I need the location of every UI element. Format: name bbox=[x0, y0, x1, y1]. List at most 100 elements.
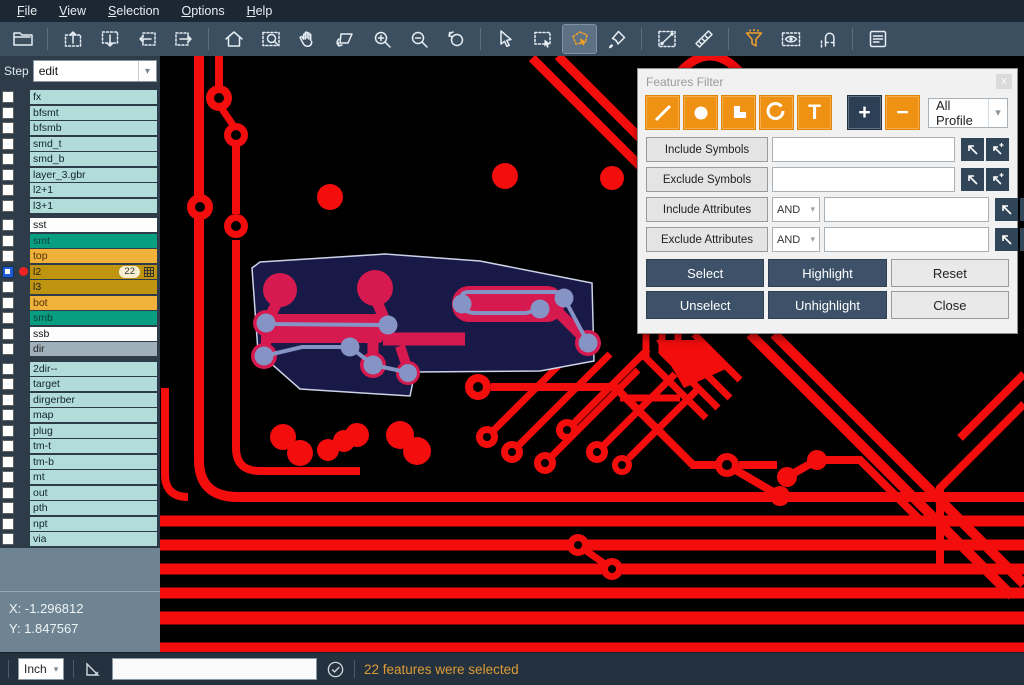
layer-item[interactable]: via bbox=[30, 532, 157, 546]
layer-item[interactable]: smt bbox=[30, 234, 157, 248]
exclude-symbols-input[interactable] bbox=[772, 167, 955, 192]
layer-item[interactable]: sst bbox=[30, 218, 157, 232]
layer-item[interactable]: l3+1 bbox=[30, 199, 157, 213]
select-button[interactable] bbox=[489, 25, 522, 53]
add-filter-button[interactable]: + bbox=[847, 95, 882, 130]
layer-visibility-checkbox[interactable] bbox=[2, 471, 14, 483]
layer-visibility-checkbox[interactable] bbox=[2, 297, 14, 309]
remove-filter-button[interactable]: − bbox=[885, 95, 920, 130]
view-left-button[interactable] bbox=[130, 25, 163, 53]
layer-visibility-checkbox[interactable] bbox=[2, 200, 14, 212]
active-layer-indicator[interactable] bbox=[17, 455, 30, 468]
unselect-button[interactable]: Unselect bbox=[646, 291, 764, 319]
menu-help[interactable]: Help bbox=[236, 2, 284, 20]
active-layer-indicator[interactable] bbox=[17, 471, 30, 484]
menu-selection[interactable]: Selection bbox=[97, 2, 170, 20]
zoom-previous-button[interactable] bbox=[439, 25, 472, 53]
active-layer-indicator[interactable] bbox=[17, 153, 30, 166]
active-layer-indicator[interactable] bbox=[17, 409, 30, 422]
surface-feature-button[interactable] bbox=[721, 95, 756, 130]
active-layer-indicator[interactable] bbox=[17, 234, 30, 247]
exclude-logic-select[interactable]: AND▾ bbox=[772, 227, 820, 252]
active-layer-indicator[interactable] bbox=[17, 265, 30, 278]
rect-select-button[interactable] bbox=[526, 25, 559, 53]
layer-visibility-checkbox[interactable] bbox=[2, 518, 14, 530]
active-layer-indicator[interactable] bbox=[17, 281, 30, 294]
unit-select[interactable]: Inch ▾ bbox=[18, 658, 64, 680]
select-button-dialog[interactable]: Select bbox=[646, 259, 764, 287]
active-layer-indicator[interactable] bbox=[17, 378, 30, 391]
layer-item[interactable]: out bbox=[30, 486, 157, 500]
layer-visibility-checkbox[interactable] bbox=[2, 312, 14, 324]
layer-item[interactable]: pth bbox=[30, 501, 157, 515]
active-layer-indicator[interactable] bbox=[17, 362, 30, 375]
snap-button[interactable] bbox=[811, 25, 844, 53]
active-layer-indicator[interactable] bbox=[17, 296, 30, 309]
active-layer-indicator[interactable] bbox=[17, 393, 30, 406]
active-layer-indicator[interactable] bbox=[17, 440, 30, 453]
layer-visibility-checkbox[interactable] bbox=[2, 219, 14, 231]
layer-item[interactable]: npt bbox=[30, 517, 157, 531]
polygon-select-button[interactable] bbox=[563, 25, 596, 53]
zoom-in-button[interactable] bbox=[365, 25, 398, 53]
layer-item[interactable]: smb bbox=[30, 311, 157, 325]
brush-button[interactable] bbox=[600, 25, 633, 53]
open-button[interactable] bbox=[6, 25, 39, 53]
include-symbols-input[interactable] bbox=[772, 137, 955, 162]
active-layer-indicator[interactable] bbox=[17, 184, 30, 197]
layer-visibility-checkbox[interactable] bbox=[2, 266, 14, 278]
active-layer-indicator[interactable] bbox=[17, 327, 30, 340]
pan-button[interactable] bbox=[291, 25, 324, 53]
line-feature-button[interactable] bbox=[645, 95, 680, 130]
include-logic-select[interactable]: AND▾ bbox=[772, 197, 820, 222]
active-layer-indicator[interactable] bbox=[17, 250, 30, 263]
text-feature-button[interactable]: T bbox=[797, 95, 832, 130]
pick-add-symbol-button[interactable] bbox=[986, 168, 1009, 191]
menu-options[interactable]: Options bbox=[170, 2, 235, 20]
layer-item[interactable]: l222 bbox=[30, 265, 157, 279]
layer-visibility-checkbox[interactable] bbox=[2, 456, 14, 468]
layer-visibility-checkbox[interactable] bbox=[2, 122, 14, 134]
layer-item[interactable]: smd_b bbox=[30, 152, 157, 166]
layer-item[interactable]: fx bbox=[30, 90, 157, 104]
ruler-button[interactable] bbox=[687, 25, 720, 53]
active-layer-indicator[interactable] bbox=[17, 137, 30, 150]
zoom-window-button[interactable] bbox=[254, 25, 287, 53]
redraw-button[interactable] bbox=[328, 25, 361, 53]
pick-symbol-button[interactable] bbox=[961, 138, 984, 161]
active-layer-indicator[interactable] bbox=[17, 91, 30, 104]
auto-apply-icon[interactable] bbox=[326, 660, 345, 679]
view-right-button[interactable] bbox=[167, 25, 200, 53]
active-layer-indicator[interactable] bbox=[17, 486, 30, 499]
active-layer-indicator[interactable] bbox=[17, 424, 30, 437]
pick-add-attribute-button[interactable] bbox=[1020, 198, 1024, 221]
layer-item[interactable]: bot bbox=[30, 296, 157, 310]
profile-select[interactable]: All Profile ▾ bbox=[928, 98, 1008, 128]
arc-feature-button[interactable] bbox=[759, 95, 794, 130]
view-down-button[interactable] bbox=[93, 25, 126, 53]
zoom-out-button[interactable] bbox=[402, 25, 435, 53]
include-symbols-button[interactable]: Include Symbols bbox=[646, 137, 768, 162]
active-layer-indicator[interactable] bbox=[17, 312, 30, 325]
active-layer-indicator[interactable] bbox=[17, 517, 30, 530]
layer-item[interactable]: dirgerber bbox=[30, 393, 157, 407]
unhighlight-button[interactable]: Unhighlight bbox=[768, 291, 886, 319]
layer-item[interactable]: bfsmt bbox=[30, 106, 157, 120]
layer-visibility-checkbox[interactable] bbox=[2, 281, 14, 293]
command-input[interactable] bbox=[112, 658, 317, 680]
layer-visibility-checkbox[interactable] bbox=[2, 250, 14, 262]
layer-visibility-checkbox[interactable] bbox=[2, 235, 14, 247]
layer-visibility-checkbox[interactable] bbox=[2, 138, 14, 150]
highlight-button[interactable]: Highlight bbox=[768, 259, 886, 287]
pick-add-symbol-button[interactable] bbox=[986, 138, 1009, 161]
home-view-button[interactable] bbox=[217, 25, 250, 53]
layer-item[interactable]: mt bbox=[30, 470, 157, 484]
reset-button[interactable]: Reset bbox=[891, 259, 1009, 287]
layer-item[interactable]: dir bbox=[30, 342, 157, 356]
layer-visibility-checkbox[interactable] bbox=[2, 378, 14, 390]
layer-visibility-checkbox[interactable] bbox=[2, 487, 14, 499]
active-layer-indicator[interactable] bbox=[17, 122, 30, 135]
include-attributes-input[interactable] bbox=[824, 197, 989, 222]
pcb-canvas[interactable]: Features Filter x T + − All Profile ▾ bbox=[160, 56, 1024, 652]
filter-button[interactable] bbox=[737, 25, 770, 53]
